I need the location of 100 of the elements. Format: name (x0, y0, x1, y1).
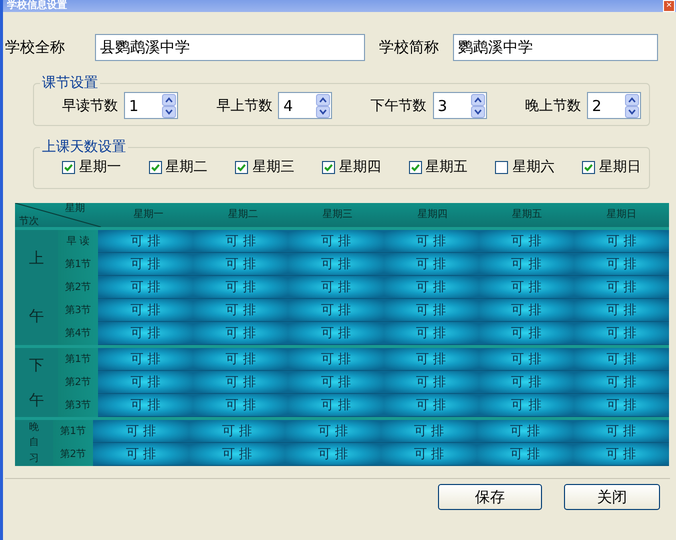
timetable-cell[interactable]: 可 排 (98, 230, 194, 253)
checkbox[interactable] (62, 160, 75, 174)
number-spinner[interactable]: 2 (586, 92, 641, 119)
timetable-cell[interactable]: 可 排 (93, 420, 189, 443)
timetable-cell[interactable]: 可 排 (478, 394, 574, 417)
timetable-cell[interactable]: 可 排 (384, 322, 479, 345)
timetable-cell[interactable]: 可 排 (285, 420, 381, 443)
checkbox-label: 星期二 (166, 158, 208, 176)
timetable-cell[interactable]: 可 排 (574, 348, 670, 371)
timetable-cell[interactable]: 可 排 (288, 394, 384, 417)
timetable-cell[interactable]: 可 排 (193, 230, 288, 253)
timetable-cell[interactable]: 可 排 (98, 322, 194, 345)
group-title: 课节设置 (41, 74, 99, 92)
timetable-cell[interactable]: 可 排 (98, 276, 194, 299)
timetable-cell[interactable]: 可 排 (98, 348, 194, 371)
timetable-cell[interactable]: 可 排 (193, 299, 288, 322)
column-header: 星期五 (511, 208, 544, 222)
dialog-button[interactable]: 关闭 (564, 484, 660, 510)
timetable-cell[interactable]: 可 排 (288, 299, 384, 322)
timetable-cell[interactable]: 可 排 (478, 371, 574, 394)
timetable-cell[interactable]: 可 排 (478, 322, 574, 345)
period-label: 第1节 (58, 253, 98, 276)
timetable-cell[interactable]: 可 排 (288, 371, 384, 394)
checkbox-label: 星期日 (598, 158, 641, 176)
timetable-cell[interactable]: 可 排 (574, 299, 670, 322)
period-label: 早 读 (58, 230, 98, 253)
checkbox[interactable] (235, 160, 248, 174)
timetable-cell[interactable]: 可 排 (574, 371, 670, 394)
short-name-field[interactable]: 鹦鹉溪中学 (453, 34, 658, 60)
checkbox-label: 星期五 (426, 158, 468, 176)
session-label: 晚自习 (29, 421, 39, 466)
timetable-cell[interactable]: 可 排 (288, 322, 384, 345)
timetable-cell[interactable]: 可 排 (189, 443, 285, 466)
checkbox[interactable] (408, 160, 422, 174)
number-spinner[interactable]: 1 (124, 92, 178, 119)
session-label: 上午 (29, 248, 44, 326)
timetable-cell[interactable]: 可 排 (193, 253, 288, 276)
timetable-cell[interactable]: 可 排 (478, 230, 574, 253)
session-label: 下午 (29, 355, 44, 410)
column-header: 星期一 (132, 208, 164, 222)
timetable-cell[interactable]: 可 排 (384, 299, 479, 322)
timetable-cell[interactable]: 可 排 (477, 420, 573, 443)
timetable-cell[interactable]: 可 排 (478, 348, 574, 371)
checkbox-label: 星期六 (512, 158, 554, 176)
timetable-cell[interactable]: 可 排 (384, 253, 479, 276)
timetable-cell[interactable]: 可 排 (478, 276, 574, 299)
period-label: 第1节 (58, 348, 98, 371)
timetable-cell[interactable]: 可 排 (193, 322, 288, 345)
header-label: 星期 (65, 203, 85, 214)
checkbox[interactable] (582, 160, 595, 174)
timetable-cell[interactable]: 可 排 (574, 322, 670, 345)
timetable-cell[interactable]: 可 排 (193, 348, 288, 371)
period-label: 第3节 (58, 299, 98, 322)
timetable-cell[interactable]: 可 排 (288, 276, 384, 299)
timetable-cell[interactable]: 可 排 (288, 348, 384, 371)
checkbox-label: 星期一 (79, 158, 121, 176)
timetable-cell[interactable]: 可 排 (574, 276, 670, 299)
timetable-cell[interactable]: 可 排 (288, 230, 384, 253)
timetable-cell[interactable]: 可 排 (384, 348, 479, 371)
timetable-cell[interactable]: 可 排 (574, 253, 670, 276)
timetable-cell[interactable]: 可 排 (478, 299, 574, 322)
number-spinner[interactable]: 3 (432, 92, 487, 119)
dialog-button[interactable]: 保存 (438, 484, 542, 510)
timetable-cell[interactable]: 可 排 (193, 276, 288, 299)
checkbox[interactable] (322, 160, 335, 174)
timetable-cell[interactable]: 可 排 (384, 230, 479, 253)
timetable-cell[interactable]: 可 排 (573, 420, 669, 443)
timetable-cell[interactable]: 可 排 (288, 253, 384, 276)
timetable-cell[interactable]: 可 排 (381, 420, 477, 443)
timetable-cell[interactable]: 可 排 (573, 443, 669, 466)
header-label: 节次 (19, 216, 39, 227)
down-arrow-icon[interactable] (162, 106, 176, 118)
close-button[interactable]: × (663, 0, 675, 12)
checkbox[interactable] (148, 160, 162, 174)
number-spinner[interactable]: 4 (278, 92, 332, 119)
timetable-cell[interactable]: 可 排 (381, 443, 477, 466)
timetable-cell[interactable]: 可 排 (193, 371, 288, 394)
timetable-cell[interactable]: 可 排 (189, 420, 285, 443)
column-header: 星期二 (227, 208, 259, 222)
timetable-cell[interactable]: 可 排 (93, 443, 189, 466)
checkbox-label: 星期三 (252, 158, 294, 176)
timetable-cell[interactable]: 可 排 (574, 394, 670, 417)
full-name-field[interactable]: 县鹦鹉溪中学 (95, 34, 365, 60)
timetable-cell[interactable]: 可 排 (478, 253, 574, 276)
up-arrow-icon[interactable] (162, 94, 176, 106)
timetable-cell[interactable]: 可 排 (98, 299, 194, 322)
timetable-cell[interactable]: 可 排 (285, 443, 381, 466)
period-label: 第2节 (58, 276, 98, 299)
checkbox[interactable] (495, 160, 508, 174)
timetable-cell[interactable]: 可 排 (98, 394, 194, 417)
timetable-cell[interactable]: 可 排 (98, 253, 194, 276)
timetable-cell[interactable]: 可 排 (193, 394, 288, 417)
timetable-cell[interactable]: 可 排 (384, 371, 479, 394)
field-label: 学校简称 (379, 38, 439, 56)
timetable-cell[interactable]: 可 排 (477, 443, 573, 466)
timetable-cell[interactable]: 可 排 (384, 394, 479, 417)
timetable-cell[interactable]: 可 排 (574, 230, 670, 253)
timetable-cell[interactable]: 可 排 (98, 371, 194, 394)
column-header: 星期日 (606, 208, 638, 222)
timetable-cell[interactable]: 可 排 (384, 276, 479, 299)
